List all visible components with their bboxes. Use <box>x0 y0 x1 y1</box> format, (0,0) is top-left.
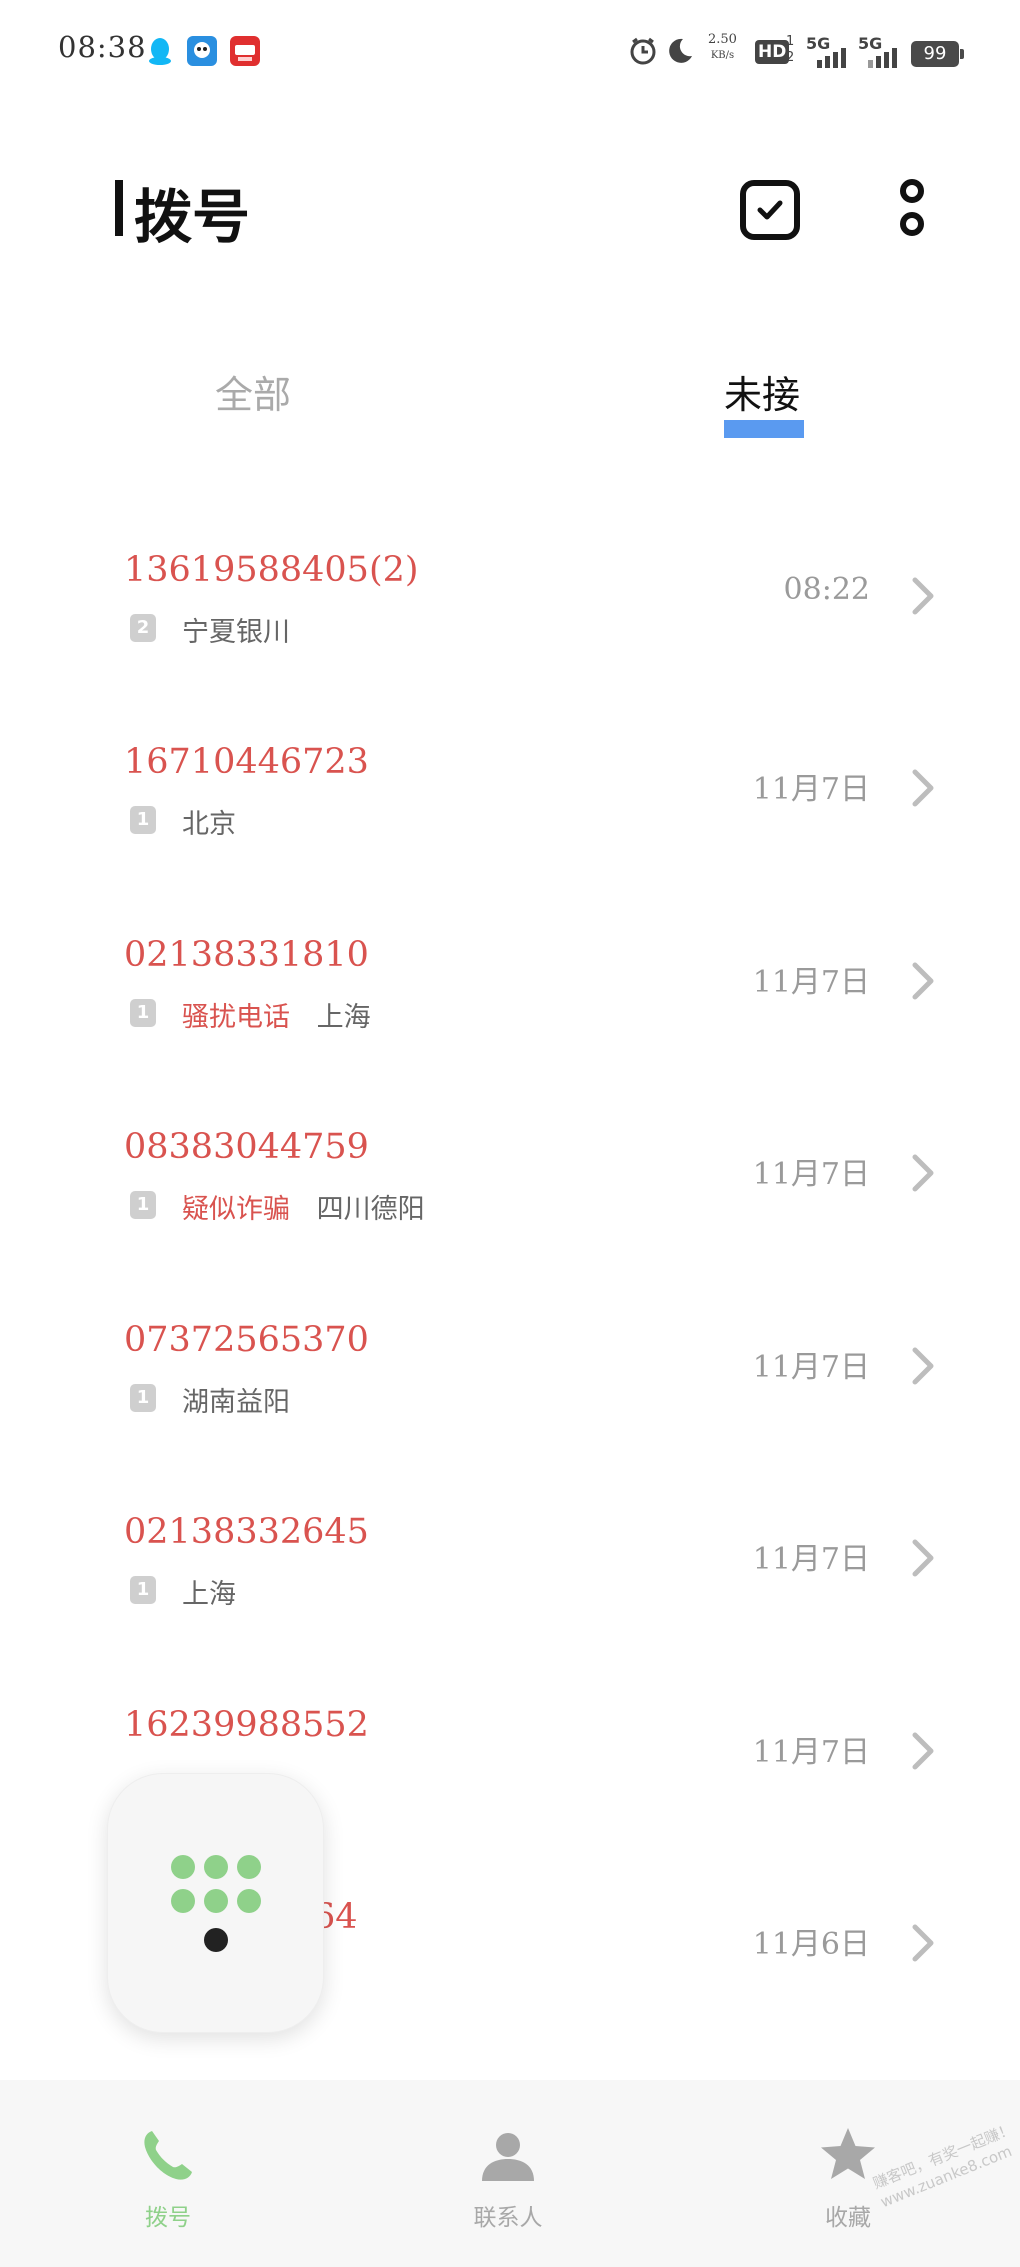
bottom-nav: 拨号 联系人 收藏 <box>0 2080 1020 2267</box>
nav-label: 拨号 <box>145 2205 191 2231</box>
call-subtitle: 骚扰电话 上海 <box>182 995 371 1034</box>
star-icon <box>821 2128 875 2179</box>
call-number: 07372565370 <box>124 1320 369 1360</box>
tab-missed[interactable]: 未接 <box>724 364 800 419</box>
net-speed-unit: KB/s <box>710 50 735 61</box>
chevron-right-icon[interactable] <box>905 574 941 618</box>
call-subtitle: 北京 <box>182 802 236 841</box>
net-speed-value: 2.50 <box>708 32 737 47</box>
qq-app-icon <box>149 38 171 65</box>
more-options-icon[interactable] <box>895 178 929 244</box>
call-location: 北京 <box>182 809 236 840</box>
call-number: 16239988552 <box>124 1705 369 1745</box>
hd-badge: HD <box>755 40 790 64</box>
call-list-item[interactable]: 07372565370 1 湖南益阳 11月7日 <box>0 1320 1020 1512</box>
call-number: 16710446723 <box>124 742 369 782</box>
call-location: 上海 <box>316 1002 371 1033</box>
call-number: 02138332645 <box>124 1512 369 1552</box>
call-location: 湖南益阳 <box>182 1387 290 1418</box>
call-list-item[interactable]: 08383044759 1 疑似诈骗 四川德阳 11月7日 <box>0 1127 1020 1319</box>
call-list-item[interactable]: 13619588405(2) 2 宁夏银川 08:22 <box>0 550 1020 742</box>
call-location: 宁夏银川 <box>182 617 290 648</box>
sim-icon: 2 <box>130 614 156 642</box>
page-title: 拨号 <box>134 183 251 251</box>
dialpad-button[interactable] <box>107 1773 324 2033</box>
call-location: 四川德阳 <box>316 1194 425 1225</box>
sim-icon: 1 <box>130 1384 156 1412</box>
call-list-item[interactable]: 16710446723 1 北京 11月7日 <box>0 742 1020 934</box>
call-list-item[interactable]: 02138331810 1 骚扰电话 上海 11月7日 <box>0 935 1020 1127</box>
call-number: 08383044759 <box>124 1127 369 1167</box>
title-accent-bar <box>115 180 123 236</box>
call-time: 11月6日 <box>752 1927 870 1962</box>
call-list-item[interactable]: 02138332645 1 上海 11月7日 <box>0 1512 1020 1704</box>
call-location: 上海 <box>182 1579 236 1610</box>
sim-icon: 1 <box>130 1576 156 1604</box>
sim-icon: 1 <box>130 806 156 834</box>
person-icon <box>482 2133 534 2181</box>
call-time: 11月7日 <box>752 1542 870 1577</box>
call-number: 13619588405(2) <box>124 550 419 590</box>
nav-label: 收藏 <box>825 2205 871 2231</box>
call-subtitle: 湖南益阳 <box>182 1380 290 1419</box>
tab-all[interactable]: 全部 <box>215 364 291 419</box>
call-time: 11月7日 <box>752 965 870 1000</box>
chevron-right-icon[interactable] <box>905 1536 941 1580</box>
call-time: 11月7日 <box>752 1735 870 1770</box>
shopping-app-icon <box>230 36 260 66</box>
dialpad-icon <box>171 1855 261 1952</box>
call-time: 08:22 <box>783 572 870 607</box>
signal-bars-icon <box>868 48 897 68</box>
status-bar: 08:38 2.50 KB/s HD 12 5G 5G 99 <box>0 0 1020 110</box>
nav-contacts[interactable]: 联系人 <box>408 2080 608 2267</box>
alarm-icon <box>630 37 656 65</box>
chevron-right-icon[interactable] <box>905 1921 941 1965</box>
phone-icon <box>144 2131 192 2180</box>
chevron-right-icon[interactable] <box>905 766 941 810</box>
call-time: 11月7日 <box>752 1350 870 1385</box>
call-subtitle: 疑似诈骗 四川德阳 <box>182 1187 425 1226</box>
call-time: 11月7日 <box>752 1157 870 1192</box>
status-time: 08:38 <box>58 30 147 64</box>
moon-icon <box>669 38 692 63</box>
chevron-right-icon[interactable] <box>905 959 941 1003</box>
call-number: 02138331810 <box>124 935 369 975</box>
chevron-right-icon[interactable] <box>905 1344 941 1388</box>
hd-sim-numbers: 12 <box>786 34 795 65</box>
battery-indicator: 99 <box>911 41 964 67</box>
checkmark-icon <box>757 200 783 220</box>
net-speed: 2.50 KB/s <box>708 32 737 64</box>
select-button[interactable] <box>740 180 800 240</box>
chevron-right-icon[interactable] <box>905 1729 941 1773</box>
sim-icon: 1 <box>130 1191 156 1219</box>
call-subtitle: 上海 <box>182 1572 236 1611</box>
nav-label: 联系人 <box>473 2205 543 2231</box>
sim-icon: 1 <box>130 999 156 1027</box>
call-subtitle: 宁夏银川 <box>182 610 290 649</box>
nav-dialer[interactable]: 拨号 <box>68 2080 268 2267</box>
call-time: 11月7日 <box>752 772 870 807</box>
signal-bars-icon <box>817 48 846 68</box>
chevron-right-icon[interactable] <box>905 1151 941 1195</box>
fraud-tag: 疑似诈骗 <box>182 1194 290 1225</box>
tab-indicator <box>724 420 804 438</box>
messaging-app-icon <box>187 36 217 66</box>
spam-tag: 骚扰电话 <box>182 1002 290 1033</box>
